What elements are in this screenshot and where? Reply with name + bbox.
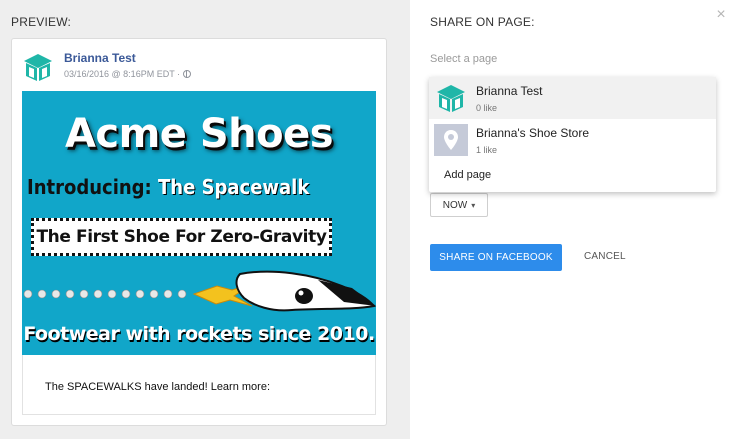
page-option-shoe-store[interactable]: Brianna's Shoe Store 1 like	[429, 119, 716, 161]
post-header: Brianna Test 03/16/2016 @ 8:16PM EDT ·	[22, 49, 372, 85]
schedule-value: NOW	[442, 199, 468, 211]
ad-tagline: Footwear with rockets since 2010.	[23, 323, 375, 345]
post-meta: 03/16/2016 @ 8:16PM EDT ·	[64, 69, 192, 79]
add-page-option[interactable]: Add page	[444, 169, 491, 181]
post-preview-card: Brianna Test 03/16/2016 @ 8:16PM EDT · A…	[11, 38, 387, 426]
page-option-name: Brianna's Shoe Store	[476, 126, 590, 140]
map-pin-icon	[434, 124, 468, 156]
globe-icon	[183, 70, 192, 78]
close-icon[interactable]: ×	[714, 7, 728, 23]
page-option-likes: 1 like	[476, 145, 498, 155]
ad-intro: Introducing: The Spacewalk	[27, 175, 309, 199]
box-logo-icon	[22, 51, 54, 83]
page-option-name: Brianna Test	[476, 84, 543, 98]
preview-panel: PREVIEW: Brianna Test 03/16/2016 @ 8:16P…	[0, 0, 410, 439]
share-on-facebook-button[interactable]: SHARE ON FACEBOOK	[430, 244, 562, 271]
post-caption-box: The SPACEWALKS have landed! Learn more:	[22, 355, 376, 415]
rocket-icon	[23, 270, 376, 312]
page-option-brianna-test[interactable]: Brianna Test 0 like	[429, 77, 716, 119]
preview-label: PREVIEW:	[11, 15, 72, 29]
ad-intro-prefix: Introducing:	[27, 175, 159, 199]
page-select-dropdown: Brianna Test 0 like Brianna's Shoe Store…	[429, 77, 716, 192]
box-logo-icon	[434, 82, 468, 114]
post-timestamp: 03/16/2016 @ 8:16PM EDT ·	[64, 69, 181, 79]
ad-title: Acme Shoes	[64, 111, 334, 157]
schedule-dropdown[interactable]: NOW ▾	[430, 193, 488, 217]
post-author-name[interactable]: Brianna Test	[64, 51, 136, 65]
chevron-down-icon: ▾	[471, 200, 476, 210]
ad-intro-highlight: The Spacewalk	[158, 175, 310, 199]
page-select-placeholder[interactable]: Select a page	[430, 53, 497, 65]
ad-box-text: The First Shoe For Zero-Gravity	[31, 218, 332, 256]
post-caption: The SPACEWALKS have landed! Learn more:	[45, 381, 271, 393]
share-on-page-label: SHARE ON PAGE:	[430, 15, 535, 29]
cancel-button[interactable]: CANCEL	[584, 251, 626, 262]
ad-image: Acme Shoes Introducing: The Spacewalk Th…	[22, 91, 376, 355]
page-option-likes: 0 like	[476, 103, 498, 113]
